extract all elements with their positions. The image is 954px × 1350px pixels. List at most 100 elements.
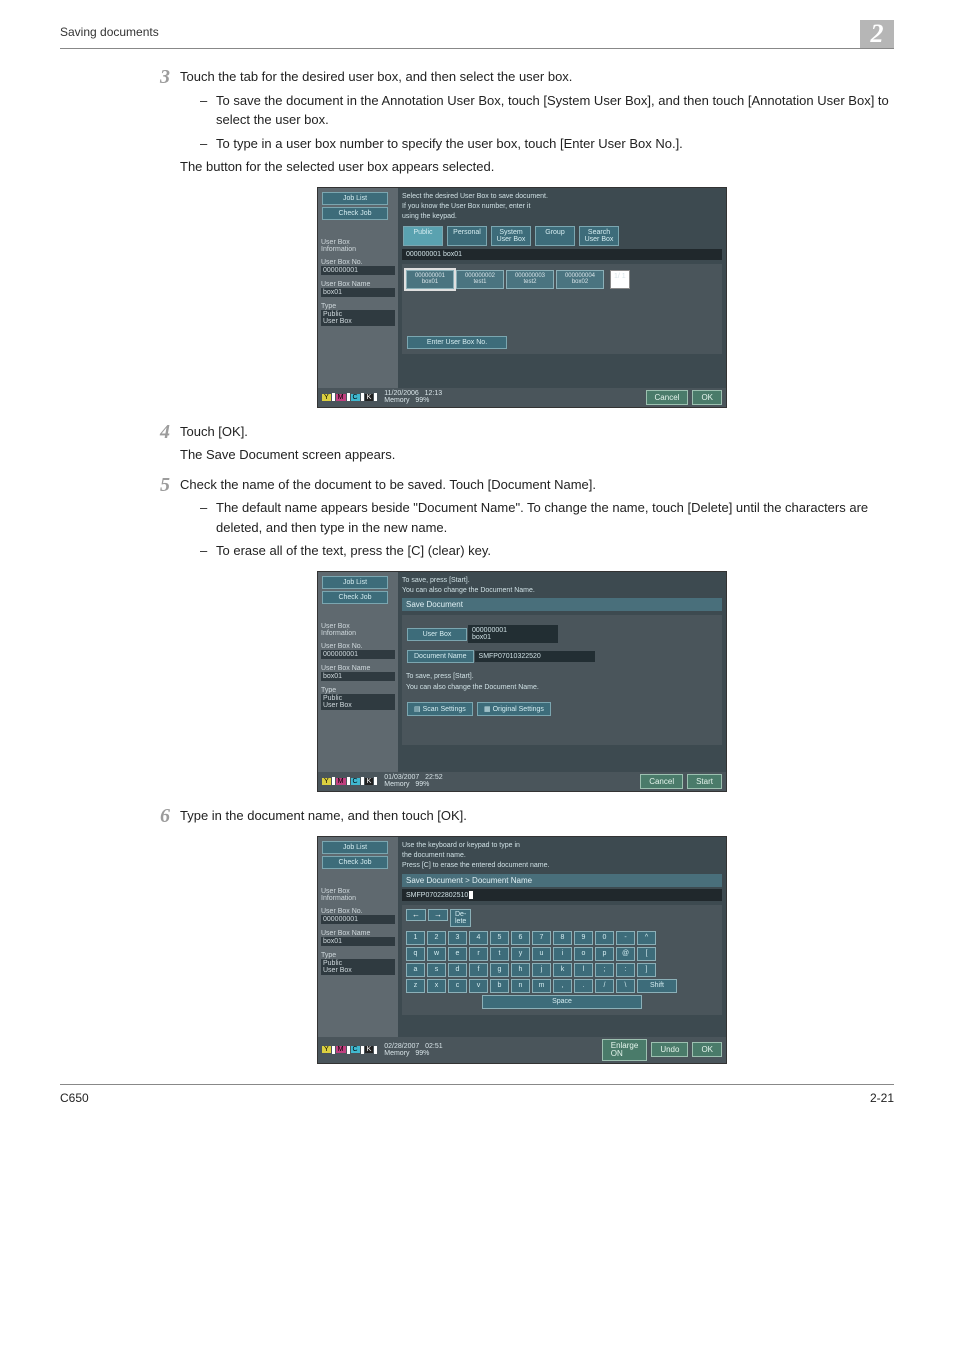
shift-key[interactable]: Shift <box>637 979 677 993</box>
key-4[interactable]: 4 <box>469 931 488 945</box>
job-list-button[interactable]: Job List <box>322 841 388 854</box>
key-.[interactable]: . <box>574 979 593 993</box>
value: Public User Box <box>321 959 395 975</box>
label: Type <box>321 303 395 310</box>
screenshot-document-name-keyboard: Job List Check Job User Box Information … <box>317 836 727 1064</box>
key-f[interactable]: f <box>469 963 488 977</box>
undo-button[interactable]: Undo <box>651 1042 688 1057</box>
space-key[interactable]: Space <box>482 995 642 1009</box>
key-g[interactable]: g <box>490 963 509 977</box>
key-q[interactable]: q <box>406 947 425 961</box>
key-5[interactable]: 5 <box>490 931 509 945</box>
user-box-item[interactable]: 000000004box02 <box>556 270 604 289</box>
tab-group[interactable]: Group <box>535 226 575 246</box>
enter-user-box-no-button[interactable]: Enter User Box No. <box>407 336 507 349</box>
check-job-button[interactable]: Check Job <box>322 207 388 220</box>
cursor-right-button[interactable]: → <box>428 909 448 921</box>
tab-system[interactable]: System User Box <box>491 226 531 246</box>
key-y[interactable]: y <box>511 947 530 961</box>
key-\[interactable]: \ <box>616 979 635 993</box>
value: Public User Box <box>321 694 395 710</box>
user-box-item[interactable]: 000000001box01 <box>406 270 454 289</box>
key-@[interactable]: @ <box>616 947 635 961</box>
key-x[interactable]: x <box>427 979 446 993</box>
scan-settings-button[interactable]: ▤ Scan Settings <box>407 702 473 716</box>
tab-public[interactable]: Public <box>403 226 443 246</box>
key-8[interactable]: 8 <box>553 931 572 945</box>
key-r[interactable]: r <box>469 947 488 961</box>
key-i[interactable]: i <box>553 947 572 961</box>
key-d[interactable]: d <box>448 963 467 977</box>
key-j[interactable]: j <box>532 963 551 977</box>
key-h[interactable]: h <box>511 963 530 977</box>
check-job-button[interactable]: Check Job <box>322 856 388 869</box>
key-p[interactable]: p <box>595 947 614 961</box>
key-z[interactable]: z <box>406 979 425 993</box>
prompt-text: using the keypad. <box>402 212 722 222</box>
key-/[interactable]: / <box>595 979 614 993</box>
key-u[interactable]: u <box>532 947 551 961</box>
key-[[interactable]: [ <box>637 947 656 961</box>
job-list-button[interactable]: Job List <box>322 576 388 589</box>
chapter-number: 2 <box>860 20 894 48</box>
keyboard-row-2: qwertyuiop@[ <box>406 947 718 961</box>
user-box-button[interactable]: User Box <box>407 628 467 641</box>
key--[interactable]: - <box>616 931 635 945</box>
cancel-button[interactable]: Cancel <box>640 774 683 789</box>
delete-button[interactable]: De- lete <box>450 909 471 927</box>
key-w[interactable]: w <box>427 947 446 961</box>
check-job-button[interactable]: Check Job <box>322 591 388 604</box>
key-e[interactable]: e <box>448 947 467 961</box>
cancel-button[interactable]: Cancel <box>646 390 689 405</box>
key-,[interactable]: , <box>553 979 572 993</box>
document-name-input[interactable]: SMFP07022802510 <box>402 889 722 901</box>
key-b[interactable]: b <box>490 979 509 993</box>
key-3[interactable]: 3 <box>448 931 467 945</box>
user-box-item[interactable]: 000000002test1 <box>456 270 504 289</box>
user-box-item[interactable]: 000000003test2 <box>506 270 554 289</box>
key-][interactable]: ] <box>637 963 656 977</box>
key-m[interactable]: m <box>532 979 551 993</box>
key-9[interactable]: 9 <box>574 931 593 945</box>
label: User Box Information <box>321 239 395 253</box>
document-name-button[interactable]: Document Name <box>407 650 474 663</box>
key-v[interactable]: v <box>469 979 488 993</box>
key-7[interactable]: 7 <box>532 931 551 945</box>
value: 000000001 <box>321 266 395 275</box>
prompt-text: the document name. <box>402 851 722 861</box>
keyboard-row-3: asdfghjkl;:] <box>406 963 718 977</box>
key-6[interactable]: 6 <box>511 931 530 945</box>
toner-indicator: YMCK <box>322 393 378 401</box>
key-0[interactable]: 0 <box>595 931 614 945</box>
key-^[interactable]: ^ <box>637 931 656 945</box>
key-2[interactable]: 2 <box>427 931 446 945</box>
key-l[interactable]: l <box>574 963 593 977</box>
tab-search[interactable]: Search User Box <box>579 226 619 246</box>
key-1[interactable]: 1 <box>406 931 425 945</box>
cursor-left-button[interactable]: ← <box>406 909 426 921</box>
key-c[interactable]: c <box>448 979 467 993</box>
label: User Box No. <box>321 259 395 266</box>
status-bar: YMCK 11/20/2006 12:13 Memory 99% Cancel … <box>318 388 726 407</box>
screenshot-select-user-box: Job List Check Job User Box Information … <box>317 187 727 408</box>
prompt-text: To save, press [Start]. <box>402 576 722 586</box>
key-o[interactable]: o <box>574 947 593 961</box>
key-:[interactable]: : <box>616 963 635 977</box>
original-settings-button[interactable]: ▦ Original Settings <box>477 702 551 716</box>
key-s[interactable]: s <box>427 963 446 977</box>
key-a[interactable]: a <box>406 963 425 977</box>
label: Type <box>321 687 395 694</box>
key-t[interactable]: t <box>490 947 509 961</box>
key-n[interactable]: n <box>511 979 530 993</box>
key-k[interactable]: k <box>553 963 572 977</box>
date: 01/03/2007 <box>384 774 419 781</box>
key-;[interactable]: ; <box>595 963 614 977</box>
prompt-text: You can also change the Document Name. <box>406 683 718 693</box>
ok-button[interactable]: OK <box>692 390 722 405</box>
job-list-button[interactable]: Job List <box>322 192 388 205</box>
tab-personal[interactable]: Personal <box>447 226 487 246</box>
ok-button[interactable]: OK <box>692 1042 722 1057</box>
start-button[interactable]: Start <box>687 774 722 789</box>
label: Memory <box>384 1050 409 1057</box>
enlarge-button[interactable]: Enlarge ON <box>602 1039 648 1061</box>
